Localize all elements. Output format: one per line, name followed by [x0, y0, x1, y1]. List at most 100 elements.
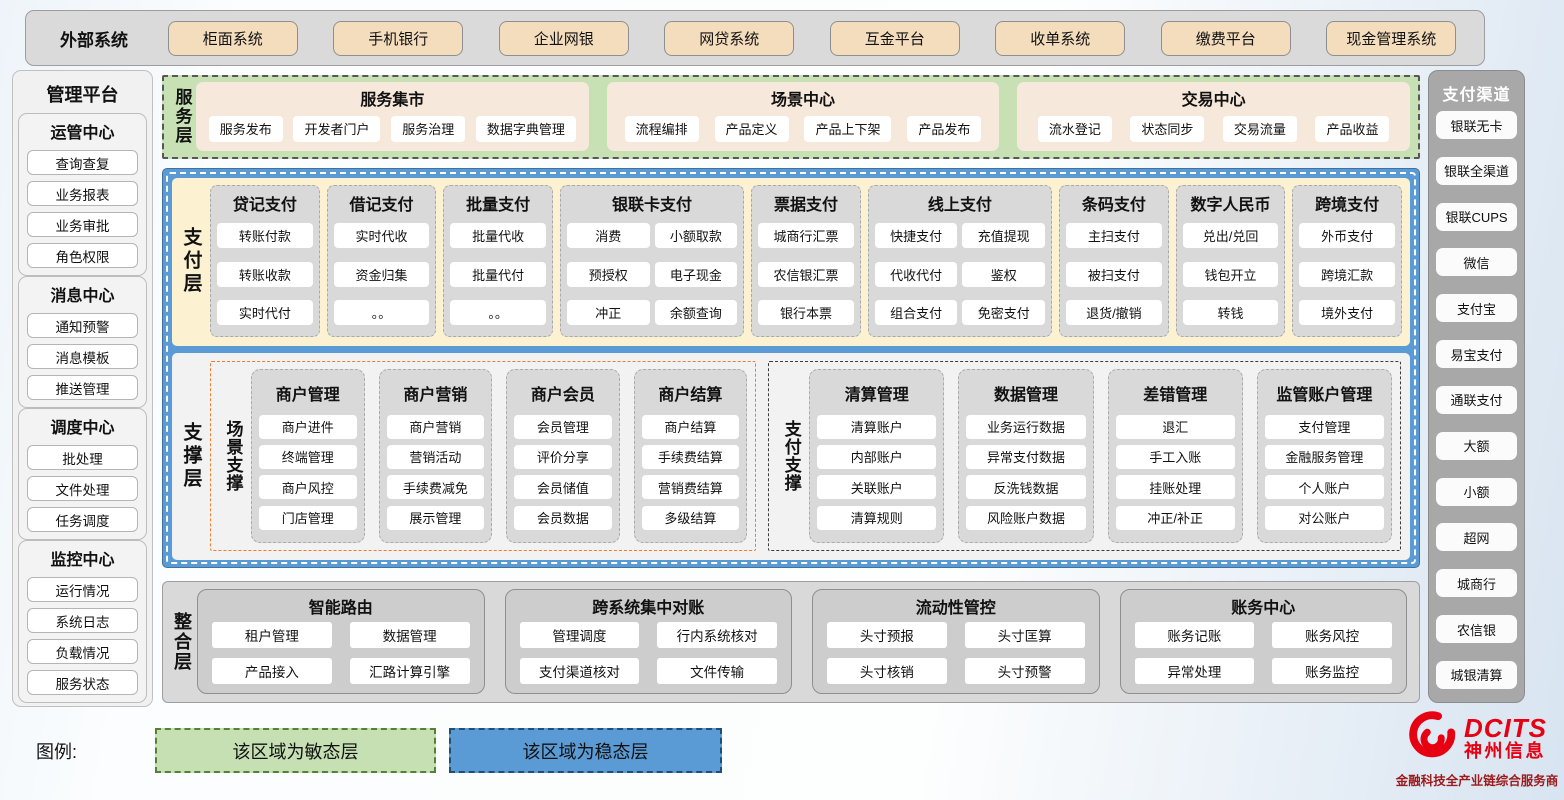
payment-item-button[interactable]: 城商行汇票 [758, 223, 854, 248]
payment-item-button[interactable]: 兑出/兑回 [1183, 223, 1279, 248]
payment-item-button[interactable]: 资金归集 [334, 262, 430, 287]
payment-item-button[interactable]: 。。 [334, 300, 430, 325]
external-system-button[interactable]: 收单系统 [995, 21, 1125, 56]
management-item-button[interactable]: 推送管理 [27, 375, 138, 400]
support-item-button[interactable]: 展示管理 [387, 506, 485, 530]
payment-item-button[interactable]: 外币支付 [1299, 223, 1395, 248]
support-item-button[interactable]: 商户营销 [387, 415, 485, 439]
management-item-button[interactable]: 服务状态 [27, 670, 138, 695]
service-item-button[interactable]: 数据字典管理 [476, 116, 576, 142]
payment-item-button[interactable]: 快捷支付 [875, 223, 958, 248]
integration-item-button[interactable]: 账务监控 [1272, 658, 1392, 684]
payment-channel-button[interactable]: 农信银 [1436, 615, 1517, 643]
support-item-button[interactable]: 退汇 [1116, 415, 1235, 439]
support-item-button[interactable]: 营销费结算 [642, 475, 740, 499]
integration-item-button[interactable]: 产品接入 [212, 658, 332, 684]
integration-item-button[interactable]: 账务风控 [1272, 622, 1392, 648]
service-item-button[interactable]: 状态同步 [1130, 116, 1204, 142]
management-item-button[interactable]: 角色权限 [27, 243, 138, 268]
payment-channel-button[interactable]: 通联支付 [1436, 386, 1517, 414]
support-item-button[interactable]: 异常支付数据 [966, 445, 1085, 469]
service-item-button[interactable]: 产品收益 [1315, 116, 1389, 142]
service-item-button[interactable]: 产品定义 [715, 116, 789, 142]
payment-item-button[interactable]: 电子现金 [655, 262, 738, 287]
external-system-button[interactable]: 企业网银 [499, 21, 629, 56]
support-item-button[interactable]: 会员数据 [514, 506, 612, 530]
payment-item-button[interactable]: 批量代付 [450, 262, 546, 287]
support-item-button[interactable]: 手续费结算 [642, 445, 740, 469]
payment-channel-button[interactable]: 银联CUPS [1436, 203, 1517, 231]
payment-channel-button[interactable]: 城银清算 [1436, 661, 1517, 689]
payment-item-button[interactable]: 余额查询 [655, 300, 738, 325]
support-item-button[interactable]: 反洗钱数据 [966, 475, 1085, 499]
payment-item-button[interactable]: 境外支付 [1299, 300, 1395, 325]
payment-item-button[interactable]: 鉴权 [962, 262, 1045, 287]
support-item-button[interactable]: 手续费减免 [387, 475, 485, 499]
external-system-button[interactable]: 手机银行 [333, 21, 463, 56]
support-item-button[interactable]: 会员管理 [514, 415, 612, 439]
management-item-button[interactable]: 批处理 [27, 445, 138, 470]
integration-item-button[interactable]: 支付渠道核对 [520, 658, 640, 684]
external-system-button[interactable]: 现金管理系统 [1326, 21, 1456, 56]
management-item-button[interactable]: 消息模板 [27, 344, 138, 369]
integration-item-button[interactable]: 头寸预报 [827, 622, 947, 648]
support-item-button[interactable]: 营销活动 [387, 445, 485, 469]
support-item-button[interactable]: 挂账处理 [1116, 475, 1235, 499]
service-item-button[interactable]: 服务发布 [209, 116, 283, 142]
payment-item-button[interactable]: 组合支付 [875, 300, 958, 325]
payment-item-button[interactable]: 银行本票 [758, 300, 854, 325]
management-item-button[interactable]: 文件处理 [27, 476, 138, 501]
payment-item-button[interactable]: 免密支付 [962, 300, 1045, 325]
external-system-button[interactable]: 缴费平台 [1161, 21, 1291, 56]
management-item-button[interactable]: 系统日志 [27, 608, 138, 633]
support-item-button[interactable]: 商户风控 [259, 475, 357, 499]
support-item-button[interactable]: 支付管理 [1265, 415, 1384, 439]
integration-item-button[interactable]: 异常处理 [1135, 658, 1255, 684]
payment-item-button[interactable]: 代收代付 [875, 262, 958, 287]
support-item-button[interactable]: 商户进件 [259, 415, 357, 439]
management-item-button[interactable]: 运行情况 [27, 577, 138, 602]
support-item-button[interactable]: 清算规则 [817, 506, 936, 530]
payment-item-button[interactable]: 转钱 [1183, 300, 1279, 325]
support-item-button[interactable]: 会员储值 [514, 475, 612, 499]
support-item-button[interactable]: 评价分享 [514, 445, 612, 469]
payment-item-button[interactable]: 转账付款 [217, 223, 313, 248]
payment-item-button[interactable]: 充值提现 [962, 223, 1045, 248]
payment-item-button[interactable]: 退货/撤销 [1066, 300, 1162, 325]
payment-channel-button[interactable]: 大额 [1436, 432, 1517, 460]
integration-item-button[interactable]: 头寸核销 [827, 658, 947, 684]
support-item-button[interactable]: 手工入账 [1116, 445, 1235, 469]
support-item-button[interactable]: 内部账户 [817, 445, 936, 469]
support-item-button[interactable]: 清算账户 [817, 415, 936, 439]
payment-item-button[interactable]: 实时代付 [217, 300, 313, 325]
external-system-button[interactable]: 网贷系统 [664, 21, 794, 56]
payment-channel-button[interactable]: 小额 [1436, 478, 1517, 506]
payment-channel-button[interactable]: 支付宝 [1436, 294, 1517, 322]
service-item-button[interactable]: 交易流量 [1223, 116, 1297, 142]
payment-item-button[interactable]: 实时代收 [334, 223, 430, 248]
service-item-button[interactable]: 产品上下架 [804, 116, 891, 142]
external-system-button[interactable]: 柜面系统 [168, 21, 298, 56]
integration-item-button[interactable]: 汇路计算引擎 [350, 658, 470, 684]
integration-item-button[interactable]: 租户管理 [212, 622, 332, 648]
payment-channel-button[interactable]: 超网 [1436, 523, 1517, 551]
management-item-button[interactable]: 任务调度 [27, 507, 138, 532]
integration-item-button[interactable]: 数据管理 [350, 622, 470, 648]
payment-item-button[interactable]: 冲正 [567, 300, 650, 325]
management-item-button[interactable]: 查询查复 [27, 150, 138, 175]
payment-item-button[interactable]: 被扫支付 [1066, 262, 1162, 287]
integration-item-button[interactable]: 账务记账 [1135, 622, 1255, 648]
support-item-button[interactable]: 冲正/补正 [1116, 506, 1235, 530]
management-item-button[interactable]: 业务审批 [27, 212, 138, 237]
support-item-button[interactable]: 金融服务管理 [1265, 445, 1384, 469]
payment-item-button[interactable]: 小额取款 [655, 223, 738, 248]
service-item-button[interactable]: 服务治理 [391, 116, 465, 142]
integration-item-button[interactable]: 文件传输 [657, 658, 777, 684]
support-item-button[interactable]: 关联账户 [817, 475, 936, 499]
support-item-button[interactable]: 终端管理 [259, 445, 357, 469]
integration-item-button[interactable]: 行内系统核对 [657, 622, 777, 648]
service-item-button[interactable]: 流程编排 [625, 116, 699, 142]
payment-item-button[interactable]: 钱包开立 [1183, 262, 1279, 287]
integration-item-button[interactable]: 管理调度 [520, 622, 640, 648]
payment-channel-button[interactable]: 易宝支付 [1436, 340, 1517, 368]
